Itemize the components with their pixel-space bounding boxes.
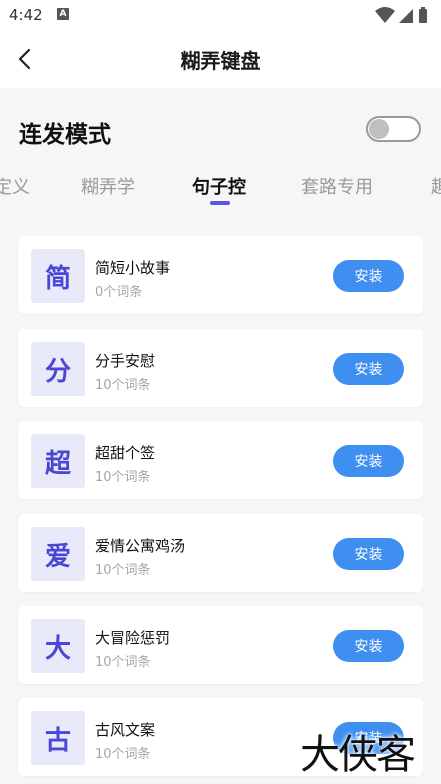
- pack-icon: 爱: [31, 527, 85, 581]
- pack-icon: 古: [31, 711, 85, 765]
- status-icons: [375, 7, 427, 23]
- list-item: 超 超甜个签 10个词条 安装: [18, 421, 423, 499]
- list-item: 爱 爱情公寓鸡汤 10个词条 安装: [18, 514, 423, 592]
- battery-icon: [419, 7, 427, 23]
- tab-custom[interactable]: 定义: [0, 173, 30, 199]
- pack-count: 10个词条: [95, 747, 151, 762]
- app-notification-icon: A: [57, 8, 69, 20]
- pack-icon: 超: [31, 434, 85, 488]
- wifi-icon: [375, 7, 395, 23]
- pack-title: 爱情公寓鸡汤: [95, 537, 186, 555]
- tab-routine[interactable]: 套路专用: [301, 173, 373, 199]
- watermark: 大侠客: [300, 732, 416, 778]
- list-item: 简 简短小故事 0个词条 安装: [18, 236, 423, 314]
- install-button[interactable]: 安装: [333, 260, 404, 292]
- pack-title: 简短小故事: [95, 259, 171, 277]
- install-button[interactable]: 安装: [333, 353, 404, 385]
- active-tab-indicator: [210, 201, 230, 205]
- tab-sentence[interactable]: 句子控: [192, 173, 246, 199]
- pack-title: 大冒险惩罚: [95, 629, 171, 647]
- pack-icon: 分: [31, 342, 85, 396]
- pack-title: 古风文案: [95, 721, 156, 739]
- install-button[interactable]: 安装: [333, 445, 404, 477]
- pack-title: 超甜个签: [95, 444, 156, 462]
- category-tabs: 定义 糊弄学 句子控 套路专用 趣: [0, 172, 441, 212]
- pack-count: 10个词条: [95, 655, 151, 670]
- pack-count: 10个词条: [95, 563, 151, 578]
- burst-mode-row: 连发模式: [0, 88, 441, 172]
- status-time: 4:42: [9, 6, 43, 24]
- install-button[interactable]: 安装: [333, 538, 404, 570]
- app-bar: 糊弄键盘: [0, 30, 441, 88]
- pack-icon: 大: [31, 619, 85, 673]
- tab-fun[interactable]: 趣: [431, 173, 441, 199]
- signal-icon: [399, 9, 413, 23]
- toggle-knob: [369, 119, 389, 139]
- pack-count: 10个词条: [95, 378, 151, 393]
- burst-mode-label: 连发模式: [19, 122, 111, 148]
- list-item: 大 大冒险惩罚 10个词条 安装: [18, 606, 423, 684]
- status-bar: 4:42 A: [0, 0, 441, 30]
- install-button[interactable]: 安装: [333, 630, 404, 662]
- page-title: 糊弄键盘: [180, 49, 261, 73]
- pack-count: 10个词条: [95, 470, 151, 485]
- pack-count: 0个词条: [95, 285, 143, 300]
- burst-mode-toggle[interactable]: [366, 116, 421, 142]
- pack-icon: 简: [31, 249, 85, 303]
- pack-title: 分手安慰: [95, 352, 156, 370]
- tab-hunong[interactable]: 糊弄学: [81, 173, 135, 199]
- list-item: 分 分手安慰 10个词条 安装: [18, 329, 423, 407]
